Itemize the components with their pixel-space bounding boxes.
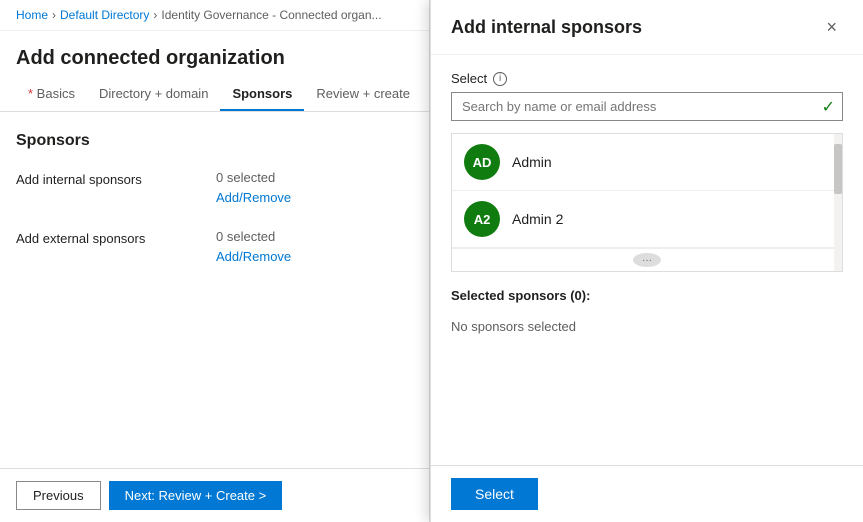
search-input[interactable] [451, 92, 843, 121]
list-scrollbar[interactable] [834, 134, 842, 271]
close-button[interactable]: × [820, 16, 843, 38]
internal-sponsors-label: Add internal sponsors [16, 170, 216, 187]
select-label: Select i [451, 71, 843, 86]
main-page: Home › Default Directory › Identity Gove… [0, 0, 430, 522]
selected-section: Selected sponsors (0): No sponsors selec… [451, 288, 843, 342]
external-sponsors-info: 0 selected Add/Remove [216, 229, 413, 264]
external-sponsors-count: 0 selected [216, 229, 413, 244]
selected-sponsors-title: Selected sponsors (0): [451, 288, 843, 303]
more-indicator: ··· [452, 248, 842, 271]
search-container: ✓ [451, 92, 843, 121]
previous-button[interactable]: Previous [16, 481, 101, 510]
external-add-remove-link[interactable]: Add/Remove [216, 249, 291, 264]
internal-add-remove-link[interactable]: Add/Remove [216, 190, 291, 205]
tabs-container: Basics Directory + domain Sponsors Revie… [0, 78, 429, 112]
external-sponsors-label: Add external sponsors [16, 229, 216, 246]
main-content: Sponsors Add internal sponsors 0 selecte… [0, 112, 429, 468]
internal-sponsors-info: 0 selected Add/Remove [216, 170, 413, 205]
breadcrumb-sep2: › [153, 8, 157, 22]
user-item-admin2[interactable]: A2 Admin 2 [452, 191, 842, 248]
user-name-admin2: Admin 2 [512, 211, 563, 227]
breadcrumb-sep1: › [52, 8, 56, 22]
tab-basics[interactable]: Basics [16, 78, 87, 111]
panel-title: Add internal sponsors [451, 17, 642, 38]
panel-body: Select i ✓ AD Admin A2 [431, 55, 863, 465]
user-list: AD Admin A2 Admin 2 ··· [451, 133, 843, 272]
user-name-admin: Admin [512, 154, 552, 170]
user-item-admin[interactable]: AD Admin [452, 134, 842, 191]
external-sponsors-row: Add external sponsors 0 selected Add/Rem… [16, 229, 413, 264]
more-dots-icon: ··· [633, 253, 661, 267]
breadcrumb-default-directory[interactable]: Default Directory [60, 8, 149, 22]
panel-header: Add internal sponsors × [431, 0, 863, 55]
page-footer: Previous Next: Review + Create > [0, 468, 429, 522]
no-sponsors-text: No sponsors selected [451, 311, 843, 342]
breadcrumb-home[interactable]: Home [16, 8, 48, 22]
info-icon[interactable]: i [493, 72, 507, 86]
avatar-admin2: A2 [464, 201, 500, 237]
tab-review-create[interactable]: Review + create [304, 78, 422, 111]
internal-sponsors-row: Add internal sponsors 0 selected Add/Rem… [16, 170, 413, 205]
avatar-admin: AD [464, 144, 500, 180]
tab-sponsors[interactable]: Sponsors [220, 78, 304, 111]
internal-sponsors-count: 0 selected [216, 170, 413, 185]
tab-directory-domain[interactable]: Directory + domain [87, 78, 220, 111]
breadcrumb: Home › Default Directory › Identity Gove… [0, 0, 429, 31]
select-button[interactable]: Select [451, 478, 538, 510]
page-title: Add connected organization [0, 31, 429, 78]
list-scrollbar-thumb [834, 144, 842, 194]
sponsors-section-title: Sponsors [16, 132, 413, 150]
breadcrumb-current: Identity Governance - Connected organ... [161, 8, 381, 22]
search-check-icon: ✓ [822, 97, 835, 117]
next-button[interactable]: Next: Review + Create > [109, 481, 283, 510]
panel-footer: Select [431, 465, 863, 522]
side-panel: Add internal sponsors × Select i ✓ AD Ad… [430, 0, 863, 522]
